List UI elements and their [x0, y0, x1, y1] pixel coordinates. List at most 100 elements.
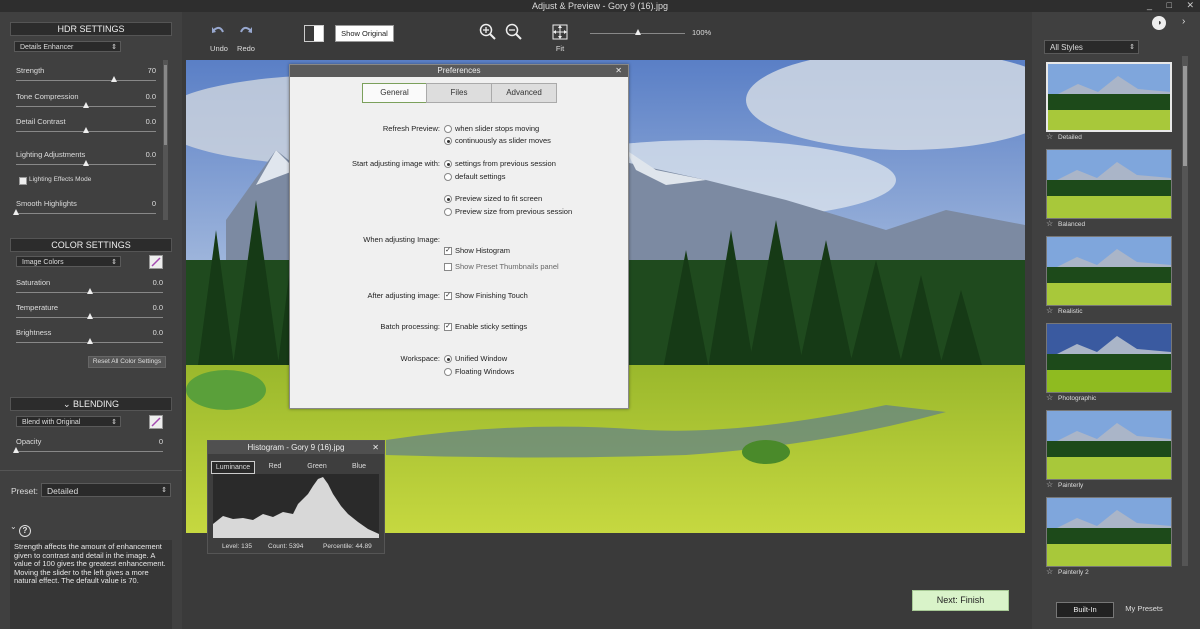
brightness-slider-thumb[interactable] — [86, 338, 93, 344]
saturation-slider-thumb[interactable] — [86, 288, 93, 294]
tab-luminance[interactable]: Luminance — [211, 461, 255, 474]
style-thumbnail[interactable]: ☆ Balanced — [1046, 149, 1172, 232]
show-finishing-label[interactable]: Show Finishing Touch — [455, 291, 528, 300]
favorite-star-icon[interactable]: ☆ — [1046, 480, 1053, 489]
blending-header[interactable]: ⌄ BLENDING — [10, 397, 172, 411]
style-thumbnail[interactable]: ☆ Detailed — [1046, 62, 1172, 145]
close-icon[interactable]: ✕ — [615, 65, 622, 77]
lighting-effects-mode-checkbox[interactable] — [19, 177, 27, 185]
opacity-slider-thumb[interactable] — [13, 447, 19, 453]
blend-brush-button[interactable] — [149, 415, 163, 429]
show-preset-thumbs-label[interactable]: Show Preset Thumbnails panel — [455, 262, 559, 271]
refresh-stop-label[interactable]: when slider stops moving — [455, 124, 539, 133]
tab-blue[interactable]: Blue — [339, 461, 379, 472]
style-thumbnail[interactable]: ☆ Painterly 2 — [1046, 497, 1172, 580]
undo-label[interactable]: Undo — [206, 44, 232, 53]
lighting-adjustments-slider-thumb[interactable] — [83, 160, 89, 166]
start-default-label[interactable]: default settings — [455, 172, 505, 181]
blend-mode-dropdown[interactable]: Blend with Original ⇕ — [16, 416, 121, 427]
preview-previous-radio[interactable] — [444, 208, 452, 216]
color-brush-button[interactable] — [149, 255, 163, 269]
tab-files[interactable]: Files — [426, 83, 492, 103]
tab-advanced[interactable]: Advanced — [491, 83, 557, 103]
start-default-radio[interactable] — [444, 173, 452, 181]
smooth-highlights-slider-track[interactable] — [16, 213, 156, 214]
color-settings-header[interactable]: COLOR SETTINGS — [10, 238, 172, 252]
show-original-button[interactable]: Show Original — [335, 25, 394, 42]
color-mode-dropdown[interactable]: Image Colors ⇕ — [16, 256, 121, 267]
favorite-star-icon[interactable]: ☆ — [1046, 132, 1053, 141]
show-histogram-label[interactable]: Show Histogram — [455, 246, 510, 255]
split-view-icon[interactable] — [304, 25, 324, 42]
info-toggle-icon[interactable]: ◑ — [1152, 16, 1166, 30]
refresh-stop-radio[interactable] — [444, 125, 452, 133]
style-thumbnail-image[interactable] — [1046, 410, 1172, 480]
unified-window-label[interactable]: Unified Window — [455, 354, 507, 363]
redo-label[interactable]: Redo — [233, 44, 259, 53]
zoom-in-icon[interactable] — [479, 23, 497, 44]
histogram-panel: Histogram - Gory 9 (16).jpg ✕ Luminance … — [207, 440, 385, 554]
reset-color-settings-button[interactable]: Reset All Color Settings — [88, 356, 166, 368]
tab-my-presets[interactable]: My Presets — [1116, 602, 1172, 616]
maximize-button[interactable]: □ — [1167, 0, 1172, 10]
start-previous-radio[interactable] — [444, 160, 452, 168]
favorite-star-icon[interactable]: ☆ — [1046, 219, 1053, 228]
hdr-preset-dropdown[interactable]: Details Enhancer ⇕ — [14, 41, 121, 52]
tab-red[interactable]: Red — [255, 461, 295, 472]
preview-fit-label[interactable]: Preview sized to fit screen — [455, 194, 542, 203]
style-thumbnail-image[interactable] — [1046, 497, 1172, 567]
preview-fit-radio[interactable] — [444, 195, 452, 203]
fit-icon[interactable] — [552, 24, 568, 43]
show-finishing-checkbox[interactable]: ✓ — [444, 292, 452, 300]
hdr-scrollbar-thumb[interactable] — [164, 65, 167, 145]
strength-slider-track[interactable] — [16, 80, 156, 81]
tab-built-in[interactable]: Built-In — [1056, 602, 1114, 618]
minimize-button[interactable]: _ — [1147, 0, 1152, 10]
collapse-panel-icon[interactable]: › — [1182, 16, 1185, 27]
tone-compression-slider-thumb[interactable] — [83, 102, 89, 108]
floating-windows-radio[interactable] — [444, 368, 452, 376]
opacity-slider-track[interactable] — [16, 451, 163, 452]
close-icon[interactable]: ✕ — [372, 441, 379, 454]
sticky-settings-label[interactable]: Enable sticky settings — [455, 322, 527, 331]
tab-general[interactable]: General — [362, 83, 427, 103]
style-thumbnail-image[interactable] — [1046, 149, 1172, 219]
style-thumbnail[interactable]: ☆ Photographic — [1046, 323, 1172, 406]
preset-dropdown[interactable]: Detailed ⇕ — [41, 483, 171, 497]
style-thumbnail[interactable]: ☆ Painterly — [1046, 410, 1172, 493]
smooth-highlights-slider-thumb[interactable] — [13, 209, 19, 215]
zoom-slider-thumb[interactable] — [635, 29, 641, 35]
help-collapse-icon[interactable]: ⌄ — [10, 522, 17, 531]
styles-filter-dropdown[interactable]: All Styles ⇕ — [1044, 40, 1139, 54]
show-histogram-checkbox[interactable]: ✓ — [444, 247, 452, 255]
style-thumbnail-image[interactable] — [1046, 62, 1172, 132]
favorite-star-icon[interactable]: ☆ — [1046, 393, 1053, 402]
detail-contrast-slider-thumb[interactable] — [83, 127, 89, 133]
strength-slider-thumb[interactable] — [111, 76, 117, 82]
styles-scrollbar-thumb[interactable] — [1183, 66, 1187, 166]
style-thumbnail-image[interactable] — [1046, 323, 1172, 393]
undo-icon[interactable] — [210, 23, 226, 39]
tab-green[interactable]: Green — [297, 461, 337, 472]
refresh-continuous-radio[interactable] — [444, 137, 452, 145]
start-previous-label[interactable]: settings from previous session — [455, 159, 556, 168]
styles-scrollbar[interactable] — [1182, 56, 1188, 566]
temperature-slider-thumb[interactable] — [86, 313, 93, 319]
favorite-star-icon[interactable]: ☆ — [1046, 306, 1053, 315]
next-finish-button[interactable]: Next: Finish — [912, 590, 1009, 611]
style-thumbnail[interactable]: ☆ Realistic — [1046, 236, 1172, 319]
hdr-scrollbar[interactable] — [163, 60, 168, 220]
favorite-star-icon[interactable]: ☆ — [1046, 567, 1053, 576]
preview-previous-label[interactable]: Preview size from previous session — [455, 207, 572, 216]
close-button[interactable]: ✕ — [1186, 0, 1194, 10]
redo-icon[interactable] — [238, 23, 254, 39]
floating-windows-label[interactable]: Floating Windows — [455, 367, 514, 376]
style-thumbnail-image[interactable] — [1046, 236, 1172, 306]
fit-label[interactable]: Fit — [550, 44, 570, 53]
sticky-settings-checkbox[interactable]: ✓ — [444, 323, 452, 331]
show-preset-thumbs-checkbox[interactable] — [444, 263, 452, 271]
zoom-out-icon[interactable] — [505, 23, 523, 44]
unified-window-radio[interactable] — [444, 355, 452, 363]
refresh-continuous-label[interactable]: continuously as slider moves — [455, 136, 551, 145]
hdr-settings-header[interactable]: HDR SETTINGS — [10, 22, 172, 36]
